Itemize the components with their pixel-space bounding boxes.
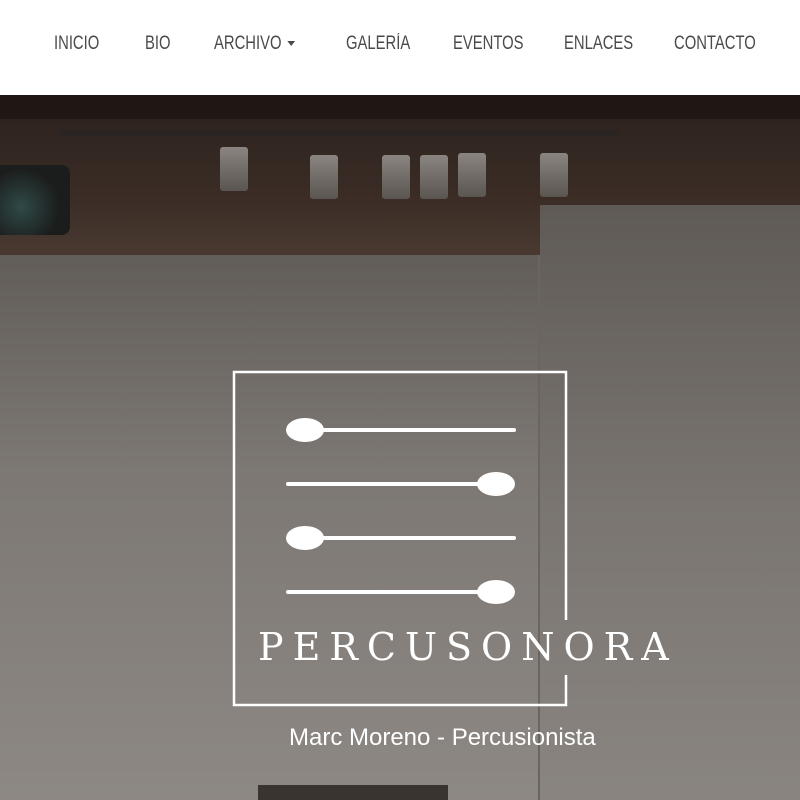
drumstick-lines-logo bbox=[232, 370, 568, 707]
brand-name: PERCUSONORA bbox=[258, 625, 678, 669]
brand-subtitle: Marc Moreno - Percusionista bbox=[289, 724, 596, 751]
